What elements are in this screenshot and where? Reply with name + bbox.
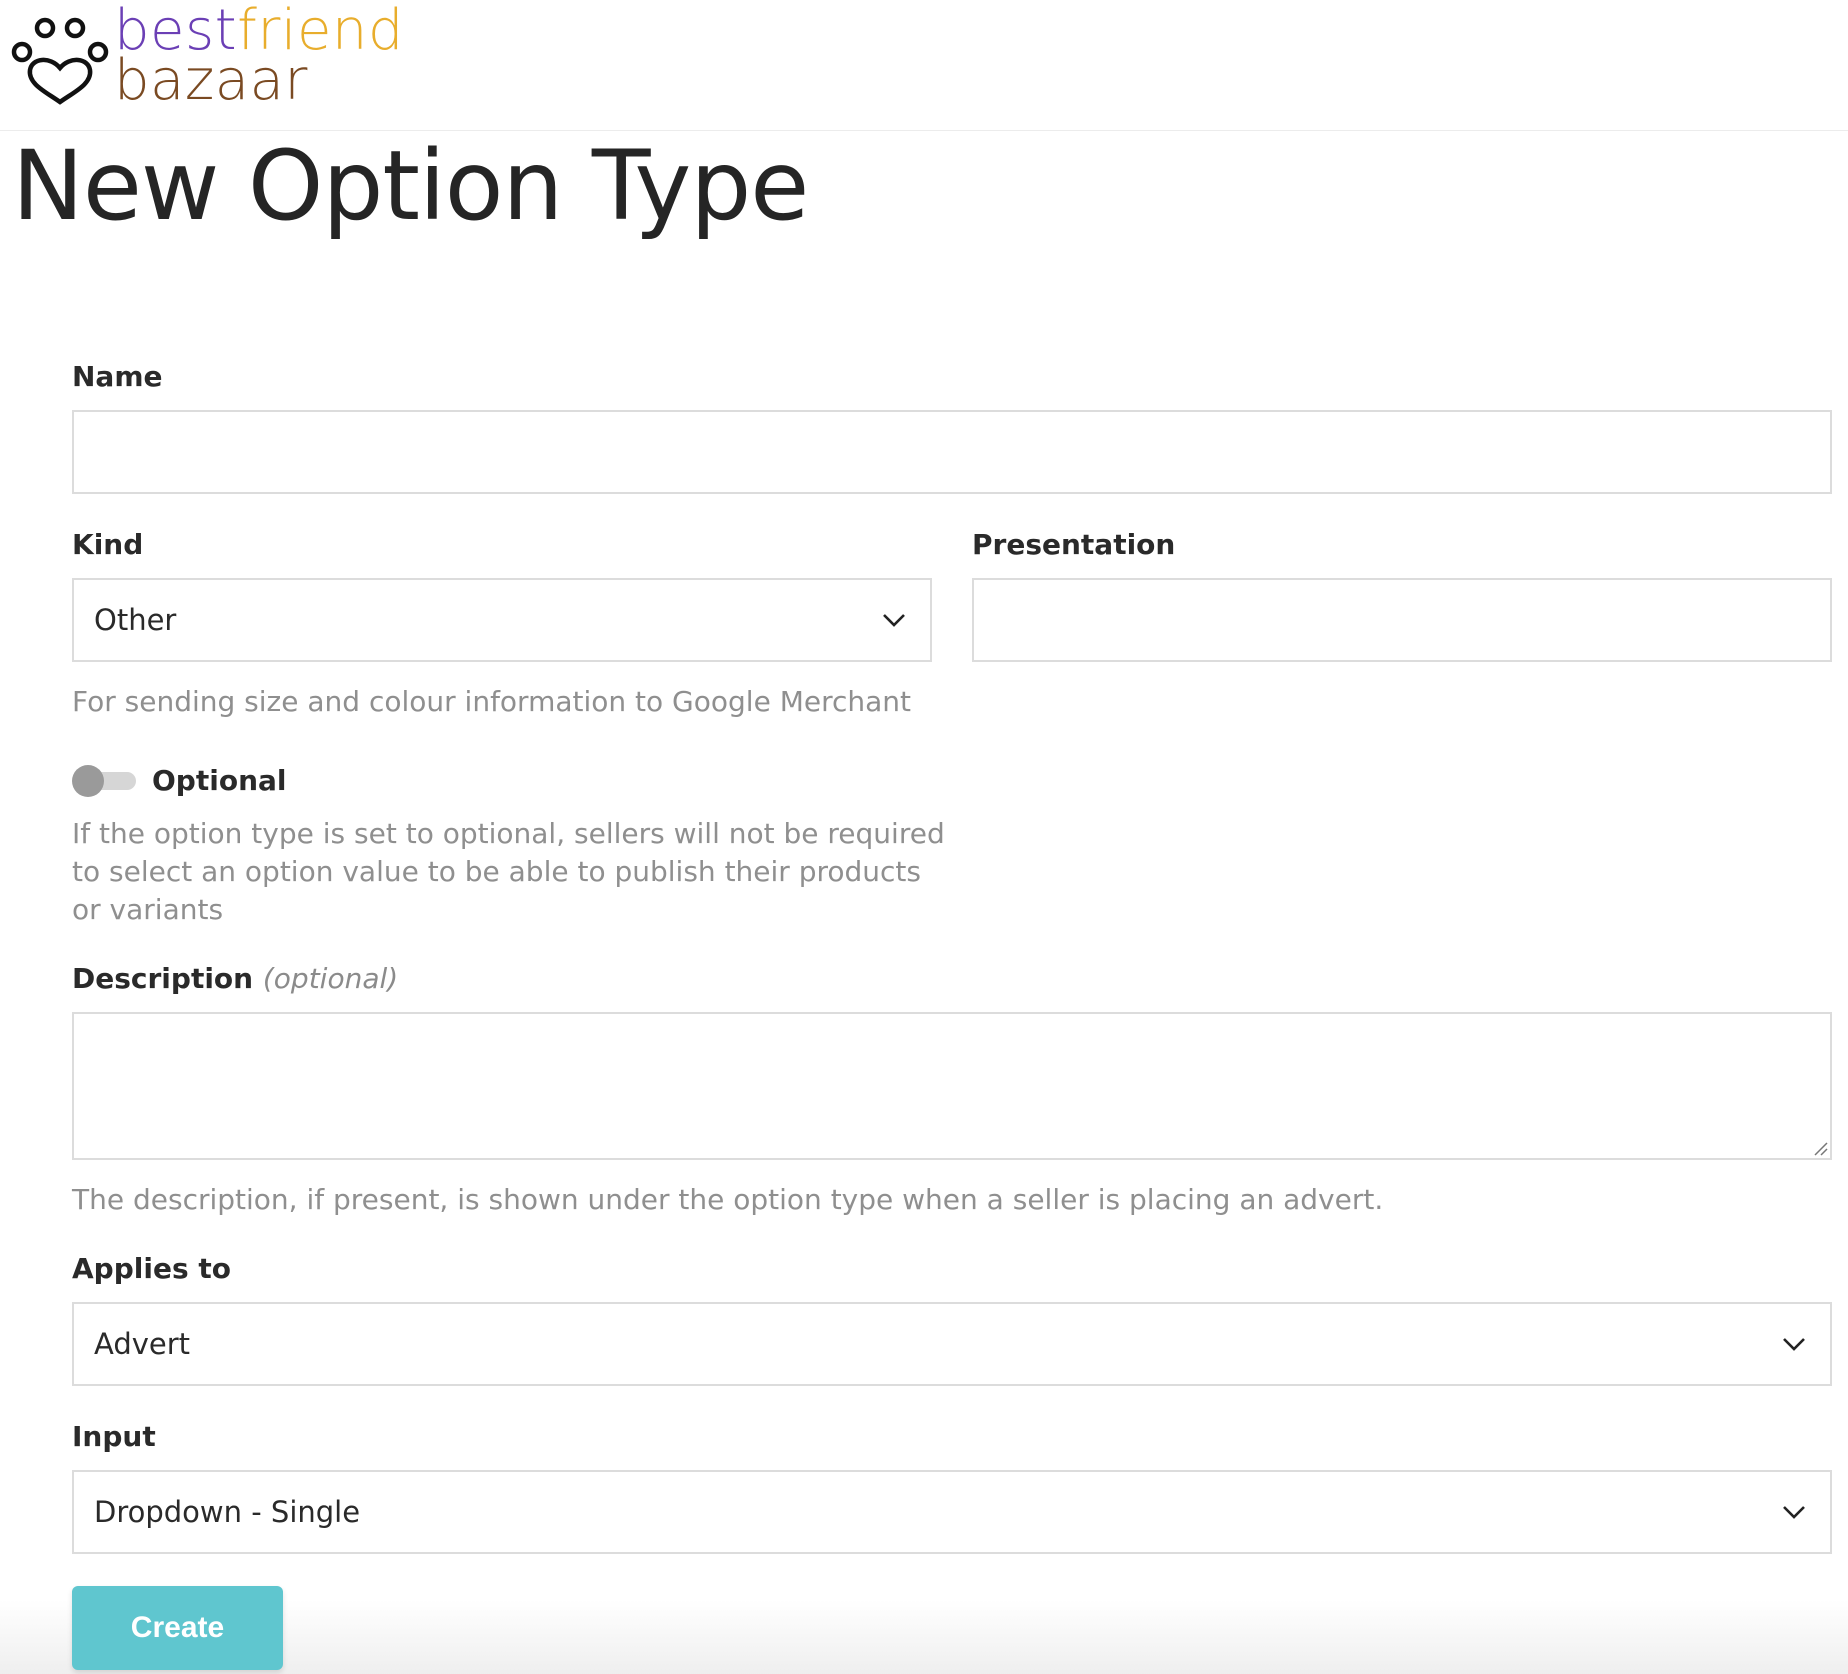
- optional-label: Optional: [152, 764, 287, 797]
- kind-label: Kind: [72, 528, 144, 561]
- name-field-wrapper: [72, 410, 1832, 494]
- page-title: New Option Type: [12, 130, 809, 242]
- applies-to-label: Applies to: [72, 1252, 231, 1285]
- site-header: bestfriend bazaar: [0, 0, 1848, 131]
- applies-to-selected-value: Advert: [94, 1327, 191, 1361]
- description-optional-note: (optional): [262, 962, 399, 995]
- description-label: Description (optional): [72, 962, 398, 996]
- optional-help-text: If the option type is set to optional, s…: [72, 817, 945, 926]
- presentation-label: Presentation: [972, 528, 1176, 561]
- optional-toggle[interactable]: [72, 765, 136, 797]
- description-help-text: The description, if present, is shown un…: [72, 1183, 1384, 1216]
- description-textarea[interactable]: [74, 1014, 1830, 1158]
- applies-to-select[interactable]: Advert: [72, 1302, 1832, 1386]
- input-type-label: Input: [72, 1420, 156, 1453]
- chevron-down-icon: [1783, 1338, 1805, 1351]
- kind-select[interactable]: Other: [72, 578, 932, 662]
- presentation-input[interactable]: [974, 580, 1830, 660]
- toggle-knob: [72, 765, 104, 797]
- name-label: Name: [72, 360, 163, 393]
- chevron-down-icon: [883, 614, 905, 627]
- paw-icon: [11, 17, 109, 105]
- brand-wordmark: bestfriend bazaar: [114, 3, 404, 113]
- description-label-text: Description: [72, 962, 254, 995]
- resize-grip-icon[interactable]: [1812, 1140, 1828, 1156]
- input-type-selected-value: Dropdown - Single: [94, 1495, 361, 1529]
- chevron-down-icon: [1783, 1506, 1805, 1519]
- create-button[interactable]: Create: [72, 1586, 283, 1670]
- kind-help-text: For sending size and colour information …: [72, 685, 912, 718]
- description-field-wrapper: [72, 1012, 1832, 1160]
- kind-selected-value: Other: [94, 603, 177, 637]
- brand-logo[interactable]: bestfriend bazaar: [10, 3, 404, 113]
- input-type-select[interactable]: Dropdown - Single: [72, 1470, 1832, 1554]
- brand-word-bazaar: bazaar: [114, 48, 308, 113]
- name-input[interactable]: [74, 412, 1830, 492]
- presentation-field-wrapper: [972, 578, 1832, 662]
